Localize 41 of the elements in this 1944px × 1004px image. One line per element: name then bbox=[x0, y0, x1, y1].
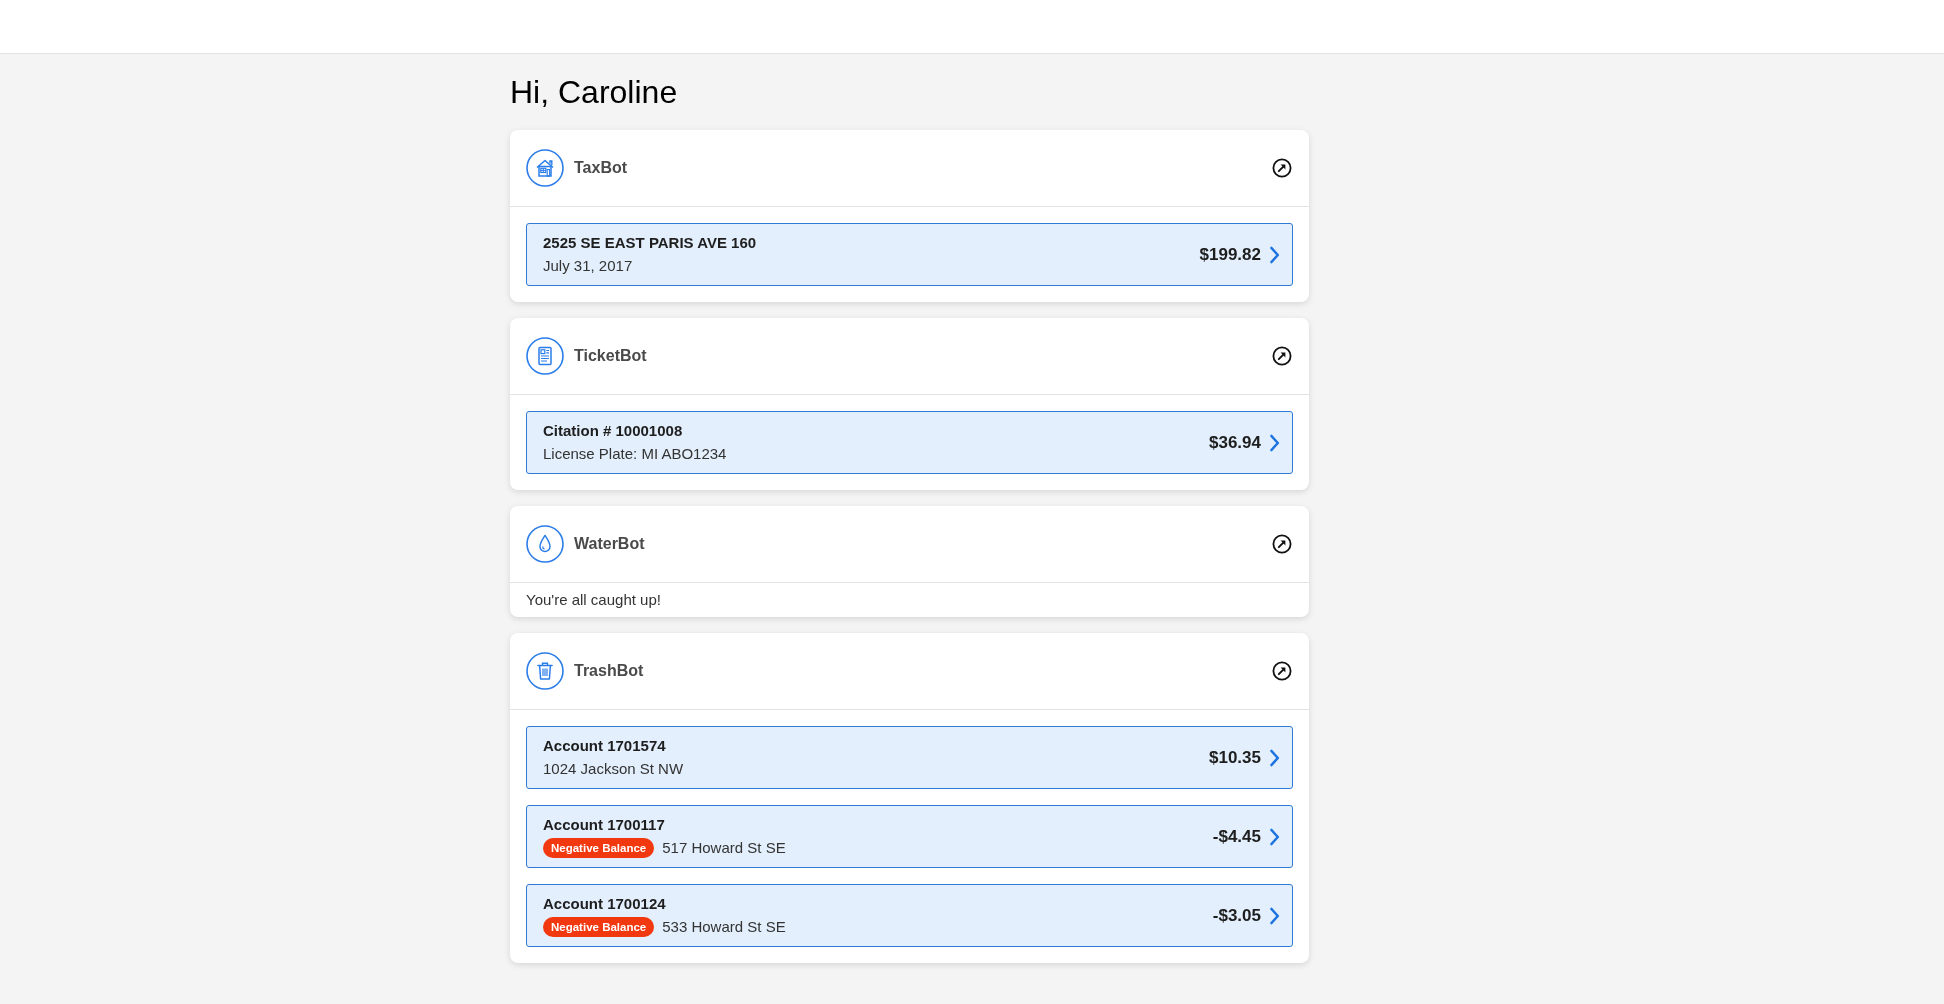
item-subtitle: 1024 Jackson St NW bbox=[543, 758, 684, 779]
greeting: Hi, Caroline bbox=[510, 73, 678, 112]
chevron-icon bbox=[1269, 748, 1280, 767]
chevron-icon bbox=[1269, 906, 1280, 925]
bill-item[interactable]: Account 1701574 1024 Jackson St NW $10.35 bbox=[526, 726, 1293, 789]
external-link-icon[interactable] bbox=[1272, 661, 1292, 681]
card-title: WaterBot bbox=[574, 534, 645, 554]
balance-badge: Negative Balance bbox=[543, 837, 655, 858]
amount: $36.94 bbox=[1209, 431, 1261, 454]
amount: -$3.05 bbox=[1212, 904, 1261, 927]
amount: $199.82 bbox=[1199, 243, 1261, 266]
item-title: Account 1701574 bbox=[543, 736, 666, 756]
trash-can-icon bbox=[526, 652, 564, 690]
external-link-icon[interactable] bbox=[1272, 534, 1292, 554]
card-title: TicketBot bbox=[574, 346, 647, 366]
amount: -$4.45 bbox=[1212, 825, 1261, 848]
amount: $10.35 bbox=[1209, 746, 1261, 769]
external-link-icon[interactable] bbox=[1272, 346, 1292, 366]
balance-badge: Negative Balance bbox=[543, 916, 655, 937]
item-subtitle: July 31, 2017 bbox=[543, 255, 633, 276]
item-title: Account 1700117 bbox=[543, 815, 665, 835]
item-subtitle: 517 Howard St SE bbox=[662, 837, 786, 858]
card-title: TrashBot bbox=[574, 661, 644, 681]
item-title: Citation # 10001008 bbox=[543, 421, 683, 441]
bill-item[interactable]: Citation # 10001008 License Plate: MI ABO1234 $36.94 bbox=[526, 411, 1293, 474]
status-message: You're all caught up! bbox=[525, 590, 662, 610]
chevron-icon bbox=[1269, 245, 1280, 264]
external-link-icon[interactable] bbox=[1272, 158, 1292, 178]
chevron-icon bbox=[1269, 827, 1280, 846]
bill-item[interactable]: Account 1700124 Negative Balance 533 Howard St SE -$3.05 bbox=[526, 884, 1293, 947]
card-title: TaxBot bbox=[574, 158, 628, 178]
item-title: 2525 SE EAST PARIS AVE 160 bbox=[543, 233, 757, 253]
item-subtitle: 533 Howard St SE bbox=[662, 916, 786, 937]
document-icon bbox=[526, 337, 564, 375]
item-title: Account 1700124 bbox=[543, 894, 666, 914]
house-icon bbox=[526, 149, 564, 187]
chevron-icon bbox=[1269, 433, 1280, 452]
bill-item[interactable]: Account 1700117 Negative Balance 517 Howard St SE -$4.45 bbox=[526, 805, 1293, 868]
water-drop-icon bbox=[526, 525, 564, 563]
item-subtitle: License Plate: MI ABO1234 bbox=[543, 443, 727, 464]
bill-item[interactable]: 2525 SE EAST PARIS AVE 160 July 31, 2017 $199.82 bbox=[526, 223, 1293, 286]
